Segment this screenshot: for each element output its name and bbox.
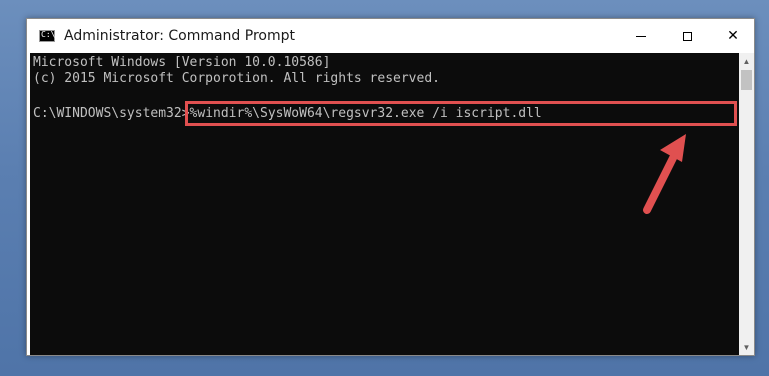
arrow-shaft — [643, 148, 680, 214]
annotation-arrow — [643, 134, 686, 214]
